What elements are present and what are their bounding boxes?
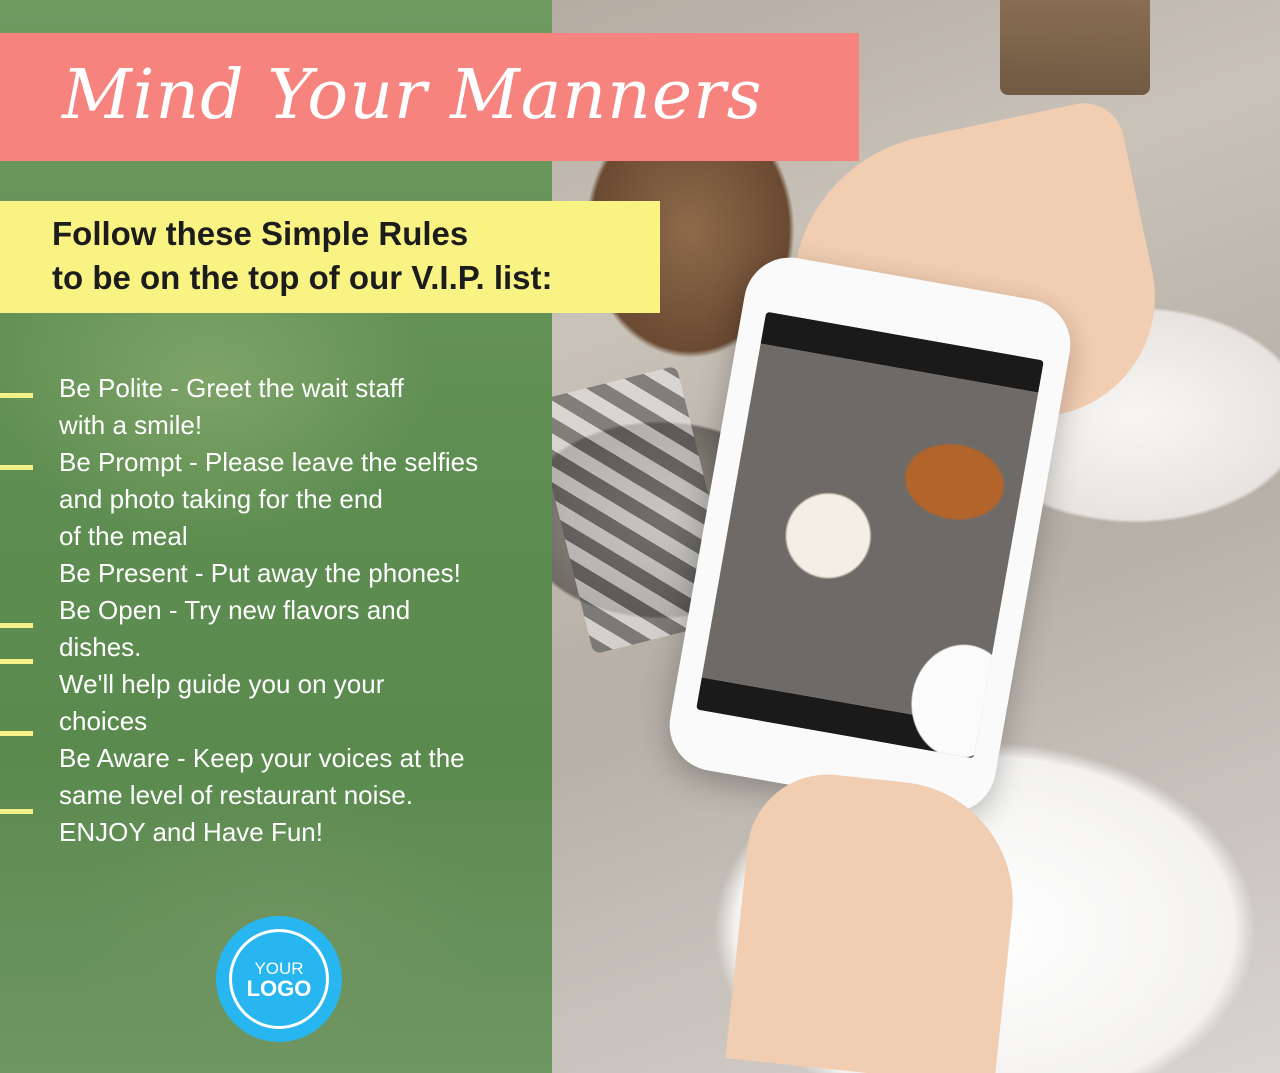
rule-dash (0, 731, 33, 736)
rule-line: Be Present - Put away the phones! (59, 558, 461, 588)
rule-line: Be Aware - Keep your voices at the (59, 743, 465, 773)
rule-line: We'll help guide you on your (59, 669, 385, 699)
logo-badge: YOUR LOGO (216, 916, 342, 1042)
rule-dash (0, 465, 33, 470)
poster-canvas: Mind Your Manners Follow these Simple Ru… (0, 0, 1280, 1073)
phone-screen-food-photo (696, 311, 1044, 759)
rule-line: same level of restaurant noise. (59, 780, 414, 810)
rule-line: Be Polite - Greet the wait staff (59, 373, 404, 403)
rule-dash (0, 809, 33, 814)
rule-line: choices (59, 706, 148, 736)
wooden-crate (1000, 0, 1150, 95)
rule-line: with a smile! (59, 410, 203, 440)
subtitle: Follow these Simple Rules to be on the t… (52, 212, 652, 300)
logo-ring: YOUR LOGO (229, 929, 329, 1029)
rule-line: of the meal (59, 521, 188, 551)
rule-dash (0, 393, 33, 398)
subtitle-line-2: to be on the top of our V.I.P. list: (52, 259, 553, 296)
rule-line: Be Prompt - Please leave the selfies (59, 447, 479, 477)
rule-dash (0, 623, 33, 628)
rules-list: Be Polite - Greet the wait staff with a … (59, 370, 551, 851)
rule-line: Be Open - Try new flavors and (59, 595, 411, 625)
poster-title: Mind Your Manners (62, 56, 763, 135)
logo-text-bottom: LOGO (246, 976, 312, 1001)
rule-dash (0, 659, 33, 664)
rule-line: dishes. (59, 632, 142, 662)
subtitle-line-1: Follow these Simple Rules (52, 215, 469, 252)
rule-line: ENJOY and Have Fun! (59, 817, 323, 847)
rule-line: and photo taking for the end (59, 484, 383, 514)
